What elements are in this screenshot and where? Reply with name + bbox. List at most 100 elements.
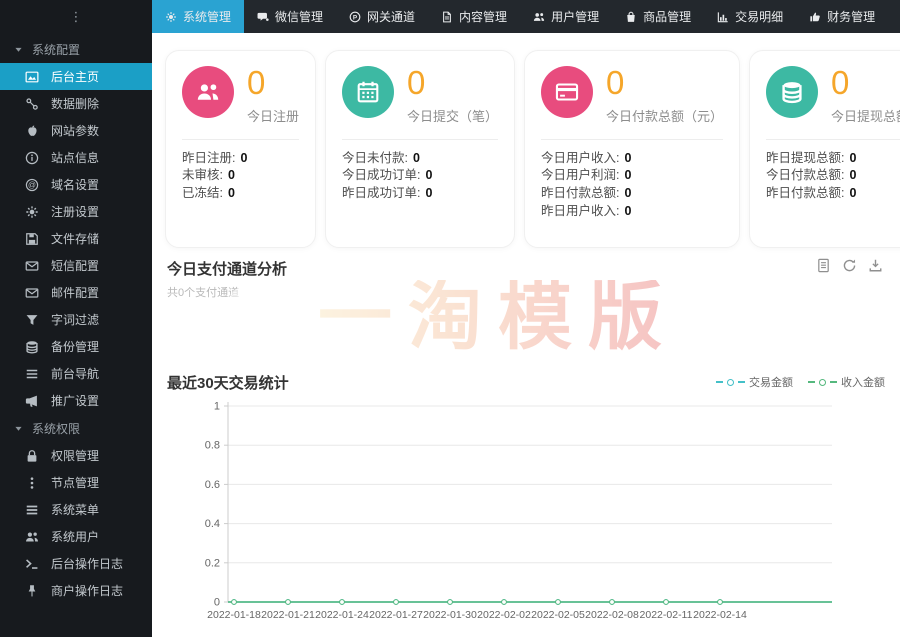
card-detail-row: 今日成功订单: 0: [342, 168, 433, 183]
sidebar-item-promotion-settings[interactable]: 推广设置: [0, 387, 152, 414]
line-chart-canvas: 00.20.40.60.812022-01-18 2022-01-21 2022-0…: [205, 401, 832, 621]
comment-icon: [257, 11, 269, 23]
sidebar-section-label: 系统配置: [32, 42, 81, 57]
sidebar-item-backup[interactable]: 备份管理: [0, 333, 152, 360]
divider: [766, 138, 900, 140]
sidebar-item-label: 商户操作日志: [51, 584, 124, 598]
tab-system-management[interactable]: 系统管理: [152, 0, 245, 33]
chart-image-icon: [25, 70, 39, 84]
calendar-icon: [342, 66, 395, 118]
sidebar-item-label: 数据删除: [51, 97, 100, 111]
sidebar-item-file-storage[interactable]: 文件存储: [0, 225, 152, 252]
sidebar-item-register-settings[interactable]: 注册设置: [0, 198, 152, 225]
legend-label: 收入金额: [841, 377, 885, 389]
sidebar-item-domain-settings[interactable]: 域名设置: [0, 171, 152, 198]
sidebar-item-system-users[interactable]: 系统用户: [0, 523, 152, 550]
chart-bar-icon: [717, 11, 729, 23]
list-icon: [25, 367, 39, 381]
svg-text:2022-02-11: 2022-02-11: [640, 609, 693, 621]
svg-text:2022-01-30: 2022-01-30: [423, 609, 477, 621]
sidebar-item-label: 前台导航: [51, 367, 100, 381]
legend-label: 交易金额: [749, 377, 793, 389]
svg-text:0.6: 0.6: [205, 479, 220, 491]
tab-label: 财务管理: [827, 10, 876, 24]
sidebar-item-node-management[interactable]: 节点管理: [0, 469, 152, 496]
tab-label: 系统管理: [183, 10, 232, 24]
card-label: 今日提现总额（元）: [831, 108, 900, 124]
ellipsis-v-icon: [25, 476, 39, 490]
top-navigation: 系统管理 微信管理 网关通道 内容管理 用户管理 商品管理 交易明细 财务管理: [152, 0, 900, 33]
users-icon: [533, 11, 545, 23]
sidebar-item-dashboard[interactable]: 后台主页: [0, 63, 152, 90]
legend-item-transaction-amount[interactable]: 交易金额: [716, 374, 793, 390]
svg-text:2022-01-18: 2022-01-18: [207, 609, 261, 621]
sidebar-item-merchant-log[interactable]: 商户操作日志: [0, 577, 152, 604]
svg-text:1: 1: [214, 401, 220, 413]
sidebar-item-label: 权限管理: [51, 449, 100, 463]
tab-user-management[interactable]: 用户管理: [520, 0, 612, 33]
trend-chart-header: 最近30天交易统计 交易金额 收入金额: [167, 372, 885, 392]
tab-finance-management[interactable]: 财务管理: [796, 0, 888, 33]
sidebar-item-label: 邮件配置: [51, 286, 100, 300]
sidebar-item-label: 站点信息: [51, 151, 100, 165]
data-view-icon[interactable]: [816, 258, 831, 273]
refresh-icon[interactable]: [842, 258, 857, 273]
tab-label: 内容管理: [459, 10, 508, 24]
card-value: 0: [407, 64, 426, 101]
caret-down-icon: [14, 424, 23, 433]
envelope-icon: [25, 286, 39, 300]
svg-text:0: 0: [214, 597, 220, 609]
database-icon: [25, 340, 39, 354]
sidebar-item-sms-config[interactable]: 短信配置: [0, 252, 152, 279]
card-detail-row: 今日未付款: 0: [342, 150, 420, 165]
gear-icon: [25, 205, 39, 219]
svg-text:2022-01-27: 2022-01-27: [369, 609, 423, 621]
svg-text:0.4: 0.4: [205, 518, 220, 530]
card-today-payment-total: 0 今日付款总额（元） 今日用户收入: 0 今日用户利润: 0 昨日付款总额: 0 昨…: [524, 50, 741, 248]
legend-item-income-amount[interactable]: 收入金额: [808, 374, 885, 390]
main-content: 0 今日注册 昨日注册: 0 未审核: 0 已冻结: 0 0 今日提交（笔） 今日未付…: [152, 33, 900, 637]
sidebar-item-site-params[interactable]: 网站参数: [0, 117, 152, 144]
floppy-icon: [25, 232, 39, 246]
sidebar-item-site-info[interactable]: 站点信息: [0, 144, 152, 171]
divider: [342, 138, 499, 140]
sidebar-item-permission-management[interactable]: 权限管理: [0, 442, 152, 469]
card-label: 今日付款总额（元）: [606, 108, 724, 124]
lock-icon: [25, 449, 39, 463]
apple-icon: [25, 124, 39, 138]
tab-label: 微信管理: [275, 10, 324, 24]
card-detail-row: 今日用户收入: 0: [541, 150, 632, 165]
sidebar-item-admin-log[interactable]: 后台操作日志: [0, 550, 152, 577]
chart-toolbox: [816, 258, 883, 273]
tab-goods-management[interactable]: 商品管理: [612, 0, 704, 33]
trend-chart[interactable]: 0 0.2 0.4 0.6 0.8 1 2022-01-18 2022-01-21 2022-0…: [166, 398, 892, 637]
sidebar: ⋮ 系统配置 后台主页 数据删除 网站参数 站点信息 域名设置 注册设置 文件存…: [0, 0, 152, 637]
sidebar-item-label: 系统用户: [51, 530, 100, 544]
sidebar-item-front-nav[interactable]: 前台导航: [0, 360, 152, 387]
svg-text:2022-02-08: 2022-02-08: [585, 609, 639, 621]
finance-icon: [809, 11, 821, 23]
legend-line-icon: [830, 381, 837, 383]
download-icon[interactable]: [868, 258, 883, 273]
card-label: 今日注册: [247, 108, 300, 124]
tab-gateway-channel[interactable]: 网关通道: [336, 0, 428, 33]
sidebar-item-word-filter[interactable]: 字词过滤: [0, 306, 152, 333]
tab-content-management[interactable]: 内容管理: [428, 0, 520, 33]
terminal-icon: [25, 557, 39, 571]
sidebar-item-data-delete[interactable]: 数据删除: [0, 90, 152, 117]
svg-text:2022-02-14: 2022-02-14: [693, 609, 747, 621]
tab-transaction-detail[interactable]: 交易明细: [704, 0, 796, 33]
card-label: 今日提交（笔）: [407, 108, 499, 124]
card-detail-row: 昨日付款总额: 0: [541, 186, 632, 201]
sidebar-collapse-toggle[interactable]: ⋮: [0, 0, 152, 35]
sidebar-item-mail-config[interactable]: 邮件配置: [0, 279, 152, 306]
megaphone-icon: [25, 394, 39, 408]
envelope-icon: [25, 259, 39, 273]
gear-icon: [165, 11, 177, 23]
sidebar-item-system-menu[interactable]: 系统菜单: [0, 496, 152, 523]
sidebar-section-system-permissions[interactable]: 系统权限: [0, 414, 152, 442]
tab-wechat-management[interactable]: 微信管理: [244, 0, 336, 33]
tab-label: 网关通道: [367, 10, 416, 24]
sidebar-item-label: 文件存储: [51, 232, 100, 246]
sidebar-section-system-config[interactable]: 系统配置: [0, 35, 152, 63]
